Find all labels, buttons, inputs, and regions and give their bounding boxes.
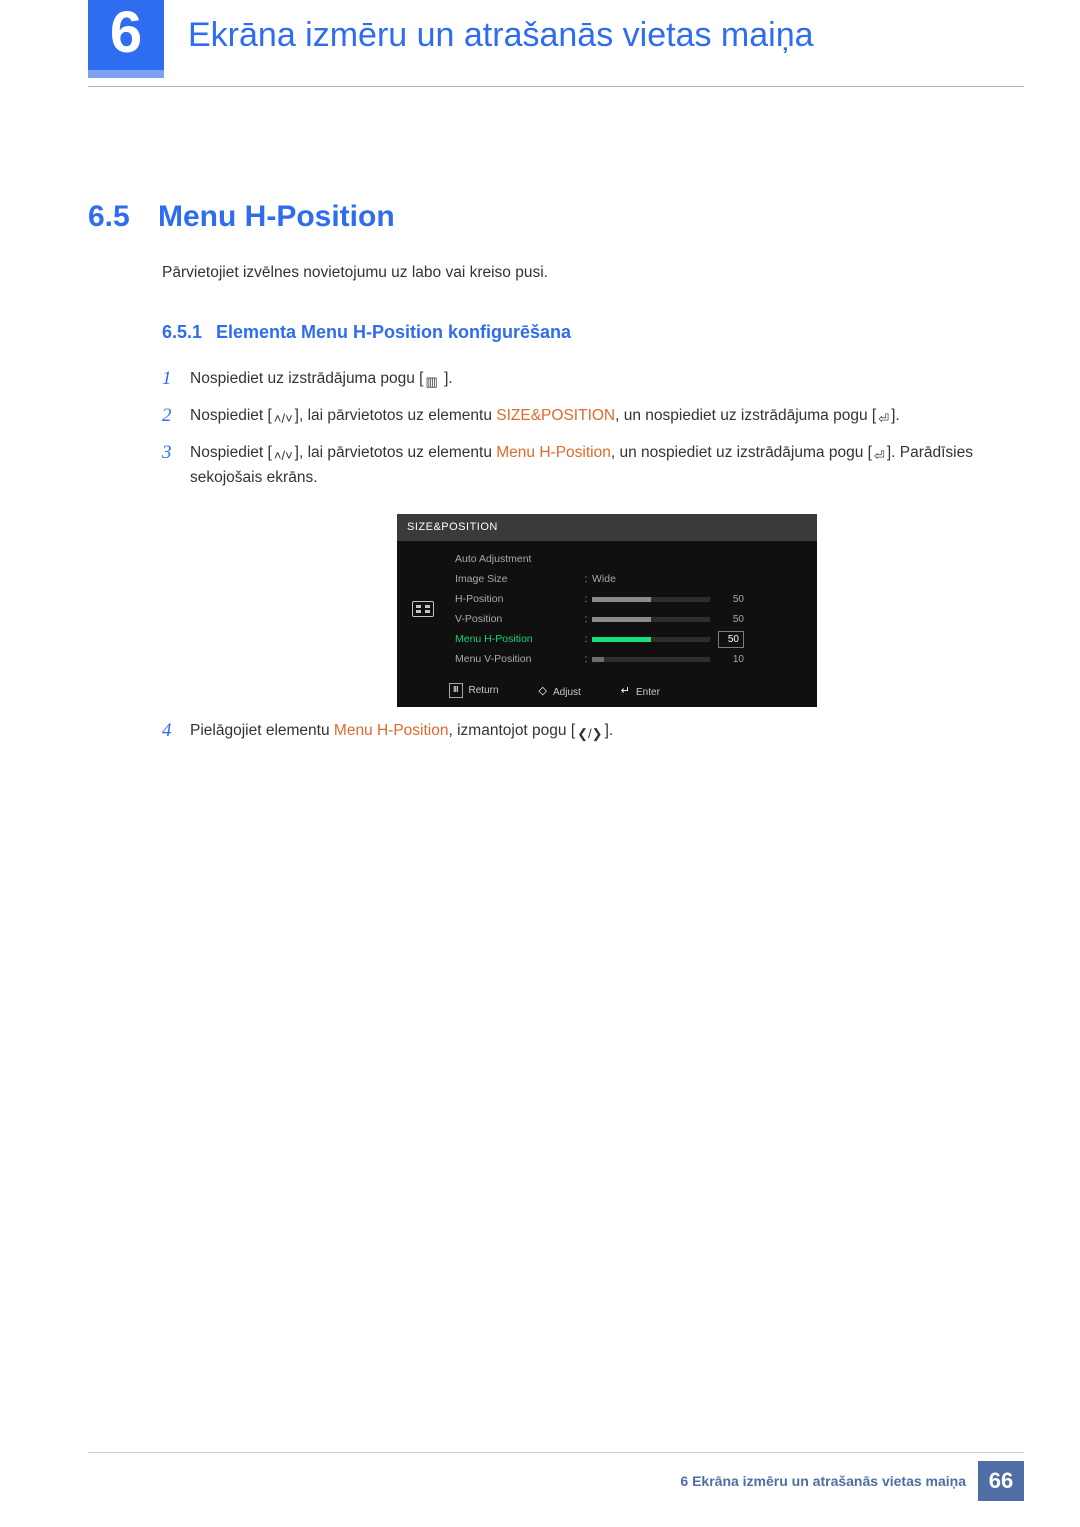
slider-num-selected: 50 — [718, 631, 744, 649]
chapter-title: Ekrāna izmēru un atrašanās vietas maiņa — [188, 16, 814, 55]
slider-num: 50 — [718, 612, 744, 628]
step-num: 1 — [162, 364, 172, 393]
step-1: 1 Nospiediet uz izstrādājuma pogu [▥ ]. — [162, 367, 1024, 392]
enter-icon: ⏎ — [872, 446, 887, 466]
step-text: Nospiediet uz izstrādājuma pogu [ — [190, 370, 424, 387]
subsection-num: 6.5.1 — [162, 322, 216, 343]
step-text: Nospiediet [ — [190, 444, 272, 461]
step-text: ], lai pārvietotos uz elementu — [295, 407, 497, 424]
highlight: Menu H-Position — [334, 722, 449, 739]
osd-rows: Auto Adjustment Image Size : Wide H-Posi… — [449, 541, 817, 677]
page-header: 6 Ekrāna izmēru un atrašanās vietas maiņ… — [0, 0, 1080, 110]
osd-label: Image Size — [455, 571, 580, 587]
osd-row-auto: Auto Adjustment — [455, 549, 803, 569]
osd-side-icon-col — [397, 541, 449, 677]
osd-hint-enter: Enter — [621, 683, 660, 701]
highlight: Menu H-Position — [496, 444, 611, 461]
section-title: Menu H-Position — [158, 200, 395, 233]
osd-hint-adjust: Adjust — [539, 683, 581, 701]
step-num: 2 — [162, 401, 172, 430]
osd-row-h-position: H-Position : 50 — [455, 589, 803, 609]
subsection-heading: 6.5.1Elementa Menu H-Position konfigurēš… — [162, 322, 1080, 343]
colon: : — [580, 591, 592, 607]
osd-row-menu-v-position: Menu V-Position : 10 — [455, 649, 803, 669]
subsection-title: Elementa Menu H-Position konfigurēšana — [216, 322, 571, 342]
footer-divider — [88, 1452, 1024, 1453]
step-text: ]. — [605, 722, 614, 739]
highlight: SIZE&POSITION — [496, 407, 615, 424]
step-num: 3 — [162, 438, 172, 467]
slider-num: 10 — [718, 652, 744, 668]
header-divider — [88, 86, 1024, 87]
osd-value: Wide — [592, 571, 803, 587]
section-intro: Pārvietojiet izvēlnes novietojumu uz lab… — [162, 264, 1080, 282]
colon: : — [580, 651, 592, 667]
updown-icon: ˄/˅ — [272, 409, 295, 429]
step-num: 4 — [162, 716, 172, 745]
enter-icon: ⏎ — [876, 409, 891, 429]
osd-label: H-Position — [455, 591, 580, 607]
footer-text: 6 Ekrāna izmēru un atrašanās vietas maiņ… — [680, 1473, 978, 1489]
slider-bar — [592, 617, 710, 622]
colon: : — [580, 571, 592, 587]
section-heading: 6.5Menu H-Position — [88, 200, 1080, 234]
osd-label: Menu V-Position — [455, 651, 580, 667]
osd-value: 50 — [592, 592, 803, 608]
step-2: 2 Nospiediet [˄/˅], lai pārvietotos uz e… — [162, 404, 1024, 429]
step-text: ]. — [440, 370, 453, 387]
osd-title: SIZE&POSITION — [397, 514, 817, 541]
step-text: ], lai pārvietotos uz elementu — [295, 444, 497, 461]
osd-value: 10 — [592, 652, 803, 668]
step-text: Nospiediet [ — [190, 407, 272, 424]
osd-footer: Return Adjust Enter — [397, 677, 817, 701]
slider-num: 50 — [718, 592, 744, 608]
step-text: , un nospiediet uz izstrādājuma pogu [ — [611, 444, 872, 461]
colon: : — [580, 631, 592, 647]
osd-label: Auto Adjustment — [455, 551, 580, 567]
step-text: Pielāgojiet elementu — [190, 722, 334, 739]
osd-body: Auto Adjustment Image Size : Wide H-Posi… — [397, 541, 817, 677]
slider-bar — [592, 637, 710, 642]
menu-icon: ▥ — [424, 372, 440, 392]
updown-icon: ˄/˅ — [272, 446, 295, 466]
step-text: ]. — [891, 407, 900, 424]
step-4: 4 Pielāgojiet elementu Menu H-Position, … — [162, 719, 1024, 744]
page-footer: 6 Ekrāna izmēru un atrašanās vietas maiņ… — [680, 1461, 1024, 1501]
osd-value: 50 — [592, 631, 803, 649]
size-position-icon — [412, 601, 434, 617]
colon: : — [580, 611, 592, 627]
step-text: , un nospiediet uz izstrādājuma pogu [ — [615, 407, 876, 424]
osd-row-v-position: V-Position : 50 — [455, 609, 803, 629]
osd-value: 50 — [592, 612, 803, 628]
slider-bar — [592, 657, 710, 662]
leftright-icon: ❮/❯ — [575, 724, 604, 744]
osd-label: V-Position — [455, 611, 580, 627]
osd-row-image-size: Image Size : Wide — [455, 569, 803, 589]
osd-menu: SIZE&POSITION Auto Adjustment Image Size… — [397, 514, 817, 707]
step-3: 3 Nospiediet [˄/˅], lai pārvietotos uz e… — [162, 441, 1024, 707]
page-number: 66 — [978, 1461, 1024, 1501]
section-num: 6.5 — [88, 200, 158, 234]
osd-row-menu-h-position: Menu H-Position : 50 — [455, 629, 803, 649]
osd-hint-return: Return — [449, 683, 499, 701]
step-text: , izmantojot pogu [ — [448, 722, 575, 739]
osd-label: Menu H-Position — [455, 631, 580, 647]
slider-bar — [592, 597, 710, 602]
chapter-badge: 6 — [88, 0, 164, 78]
step-list: 1 Nospiediet uz izstrādājuma pogu [▥ ]. … — [162, 367, 1024, 744]
